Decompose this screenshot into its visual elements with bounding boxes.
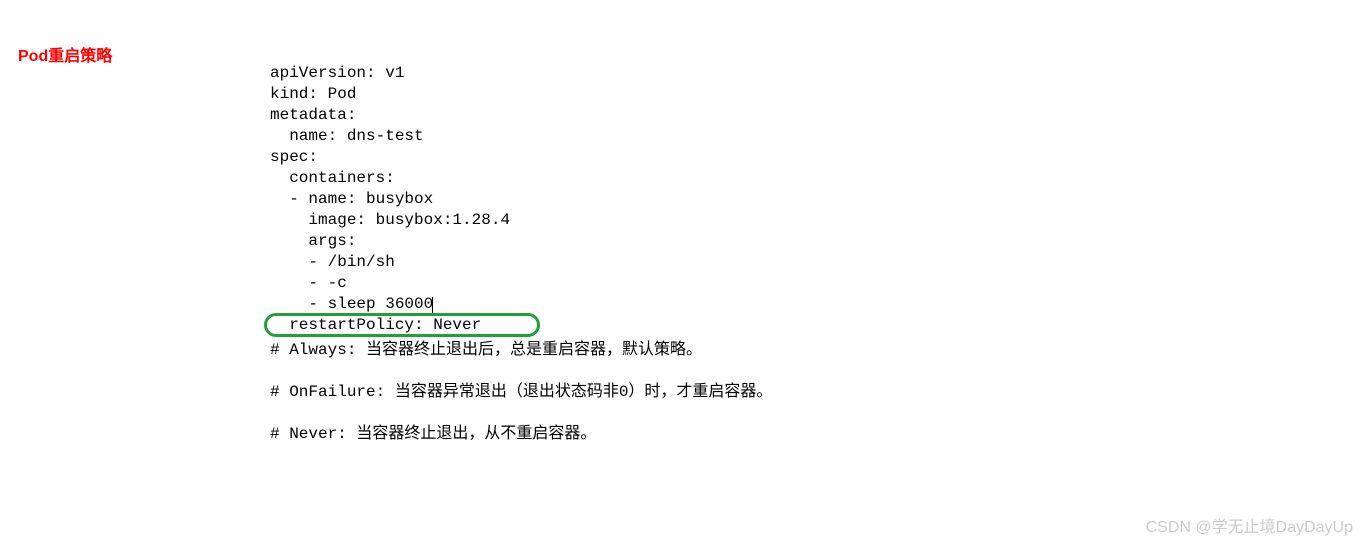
yaml-line: - -c bbox=[270, 274, 347, 292]
text-cursor bbox=[432, 297, 433, 313]
yaml-line: args: bbox=[270, 232, 356, 250]
yaml-line: - name: busybox bbox=[270, 190, 433, 208]
yaml-line: metadata: bbox=[270, 106, 356, 124]
yaml-line: spec: bbox=[270, 148, 318, 166]
comment-always: # Always: 当容器终止退出后，总是重启容器，默认策略。 bbox=[270, 340, 772, 361]
watermark-text: CSDN @学无止境DayDayUp bbox=[1146, 513, 1353, 537]
yaml-line: containers: bbox=[270, 169, 395, 187]
comment-onfailure: # OnFailure: 当容器异常退出（退出状态码非0）时，才重启容器。 bbox=[270, 382, 772, 403]
comment-never: # Never: 当容器终止退出，从不重启容器。 bbox=[270, 424, 772, 445]
section-heading: Pod重启策略 bbox=[18, 42, 112, 66]
yaml-line: image: busybox:1.28.4 bbox=[270, 211, 510, 229]
yaml-line: apiVersion: v1 bbox=[270, 64, 404, 82]
yaml-line: kind: Pod bbox=[270, 85, 356, 103]
comments-block: # Always: 当容器终止退出后，总是重启容器，默认策略。 # OnFail… bbox=[270, 340, 772, 466]
yaml-line: name: dns-test bbox=[270, 127, 424, 145]
yaml-line: - sleep 36000 bbox=[270, 295, 433, 313]
yaml-code-block: apiVersion: v1 kind: Pod metadata: name:… bbox=[270, 42, 510, 336]
highlighted-yaml-line: restartPolicy: Never bbox=[270, 315, 481, 336]
yaml-line: - /bin/sh bbox=[270, 253, 395, 271]
